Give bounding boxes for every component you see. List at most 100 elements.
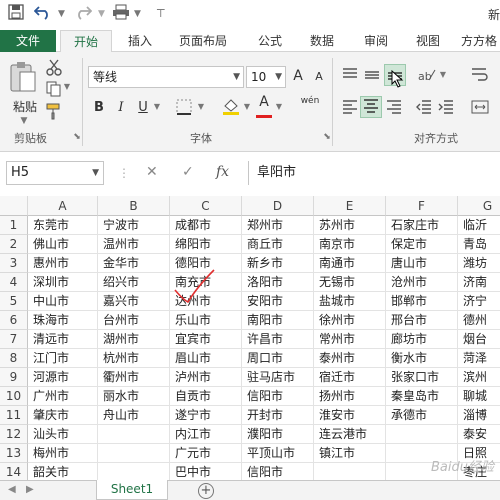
table-cell[interactable]: 周口市 (242, 349, 314, 368)
table-cell[interactable]: 沧州市 (386, 273, 458, 292)
table-cell[interactable]: 惠州市 (28, 254, 98, 273)
paste-button[interactable]: 粘贴 (10, 98, 40, 114)
tab-formulas[interactable]: 公式 (248, 30, 292, 52)
table-cell[interactable]: 承德市 (386, 406, 458, 425)
cut-icon[interactable] (44, 58, 64, 76)
row-header[interactable]: 10 (0, 387, 28, 406)
table-cell[interactable]: 绵阳市 (170, 235, 242, 254)
table-cell[interactable]: 广元市 (170, 444, 242, 463)
table-cell[interactable]: 石家庄市 (386, 216, 458, 235)
table-cell[interactable] (98, 444, 170, 463)
column-header-f[interactable]: F (386, 196, 458, 216)
column-header-g[interactable]: G (458, 196, 500, 216)
table-cell[interactable]: 巴中市 (170, 463, 242, 480)
table-cell[interactable]: 遂宁市 (170, 406, 242, 425)
table-cell[interactable]: 保定市 (386, 235, 458, 254)
row-header[interactable]: 12 (0, 425, 28, 444)
clipboard-launcher-icon[interactable]: ⬊ (72, 132, 82, 142)
table-cell[interactable]: 宿迁市 (314, 368, 386, 387)
table-cell[interactable]: 邯郸市 (386, 292, 458, 311)
table-cell[interactable]: 临沂 (458, 216, 500, 235)
fill-color-icon[interactable] (220, 96, 242, 118)
table-cell[interactable]: 清远市 (28, 330, 98, 349)
table-cell[interactable]: 南京市 (314, 235, 386, 254)
table-cell[interactable] (386, 425, 458, 444)
column-header-d[interactable]: D (242, 196, 314, 216)
formula-input[interactable]: 阜阳市 (248, 161, 500, 185)
increase-indent-icon[interactable] (436, 98, 456, 118)
table-cell[interactable]: 广州市 (28, 387, 98, 406)
table-cell[interactable]: 绍兴市 (98, 273, 170, 292)
table-cell[interactable]: 金华市 (98, 254, 170, 273)
table-cell[interactable]: 佛山市 (28, 235, 98, 254)
table-cell[interactable]: 江门市 (28, 349, 98, 368)
table-cell[interactable]: 濮阳市 (242, 425, 314, 444)
border-icon[interactable] (174, 98, 194, 118)
table-cell[interactable]: 温州市 (98, 235, 170, 254)
phonetic-guide-button[interactable]: wén (296, 96, 324, 106)
copy-icon[interactable] (44, 80, 64, 98)
cancel-icon[interactable]: ✕ (146, 164, 158, 180)
table-cell[interactable]: 新乡市 (242, 254, 314, 273)
table-cell[interactable]: 商丘市 (242, 235, 314, 254)
table-cell[interactable]: 秦皇岛市 (386, 387, 458, 406)
undo-dropdown-icon[interactable]: ▼ (58, 4, 65, 24)
table-cell[interactable]: 济宁 (458, 292, 500, 311)
row-header[interactable]: 6 (0, 311, 28, 330)
table-cell[interactable]: 台州市 (98, 311, 170, 330)
sheet-prev-icon[interactable]: ◀ (8, 484, 16, 495)
tab-review[interactable]: 审阅 (354, 30, 398, 52)
table-cell[interactable]: 扬州市 (314, 387, 386, 406)
table-cell[interactable]: 泰安 (458, 425, 500, 444)
table-cell[interactable]: 南阳市 (242, 311, 314, 330)
row-header[interactable]: 11 (0, 406, 28, 425)
orientation-dropdown-icon[interactable]: ▼ (438, 70, 448, 79)
align-top-icon[interactable] (340, 66, 360, 86)
table-cell[interactable]: 信阳市 (242, 463, 314, 480)
table-cell[interactable] (314, 463, 386, 480)
column-header-e[interactable]: E (314, 196, 386, 216)
table-cell[interactable]: 泸州市 (170, 368, 242, 387)
row-header[interactable]: 14 (0, 463, 28, 480)
table-cell[interactable]: 安阳市 (242, 292, 314, 311)
table-cell[interactable]: 张家口市 (386, 368, 458, 387)
table-cell[interactable]: 梅州市 (28, 444, 98, 463)
table-cell[interactable]: 菏泽 (458, 349, 500, 368)
table-cell[interactable]: 河源市 (28, 368, 98, 387)
table-cell[interactable]: 珠海市 (28, 311, 98, 330)
table-cell[interactable] (98, 425, 170, 444)
table-cell[interactable]: 邢台市 (386, 311, 458, 330)
select-all-corner[interactable] (0, 196, 28, 216)
row-header[interactable]: 3 (0, 254, 28, 273)
table-cell[interactable]: 深圳市 (28, 273, 98, 292)
table-cell[interactable]: 中山市 (28, 292, 98, 311)
font-color-dropdown-icon[interactable]: ▼ (274, 102, 284, 111)
table-cell[interactable]: 汕头市 (28, 425, 98, 444)
insert-function-button[interactable]: fx (216, 164, 229, 180)
paste-dropdown-icon[interactable]: ▼ (16, 116, 32, 126)
border-dropdown-icon[interactable]: ▼ (196, 102, 206, 111)
save-icon[interactable] (8, 4, 24, 24)
column-header-b[interactable]: B (98, 196, 170, 216)
table-cell[interactable]: 信阳市 (242, 387, 314, 406)
table-cell[interactable]: 盐城市 (314, 292, 386, 311)
redo-dropdown-icon[interactable]: ▼ (98, 4, 105, 24)
table-cell[interactable]: 徐州市 (314, 311, 386, 330)
font-color-button[interactable]: A (256, 94, 272, 118)
table-cell[interactable]: 开封市 (242, 406, 314, 425)
tab-page-layout[interactable]: 页面布局 (170, 30, 236, 52)
row-header[interactable]: 5 (0, 292, 28, 311)
name-box[interactable]: H5 ▼ (6, 161, 104, 185)
table-cell[interactable] (98, 463, 170, 480)
shrink-font-button[interactable]: A (312, 70, 326, 83)
customize-toolbar-icon[interactable]: ⊤ (156, 4, 166, 24)
tab-fangfange[interactable]: 方方格 (458, 30, 500, 52)
table-cell[interactable]: 淄博 (458, 406, 500, 425)
align-middle-icon[interactable] (362, 66, 382, 86)
sheet-next-icon[interactable]: ▶ (26, 484, 34, 495)
table-cell[interactable]: 南通市 (314, 254, 386, 273)
align-right-icon[interactable] (384, 98, 404, 118)
decrease-indent-icon[interactable] (414, 98, 434, 118)
tab-file[interactable]: 文件 (0, 30, 56, 52)
font-launcher-icon[interactable]: ⬊ (322, 132, 332, 142)
